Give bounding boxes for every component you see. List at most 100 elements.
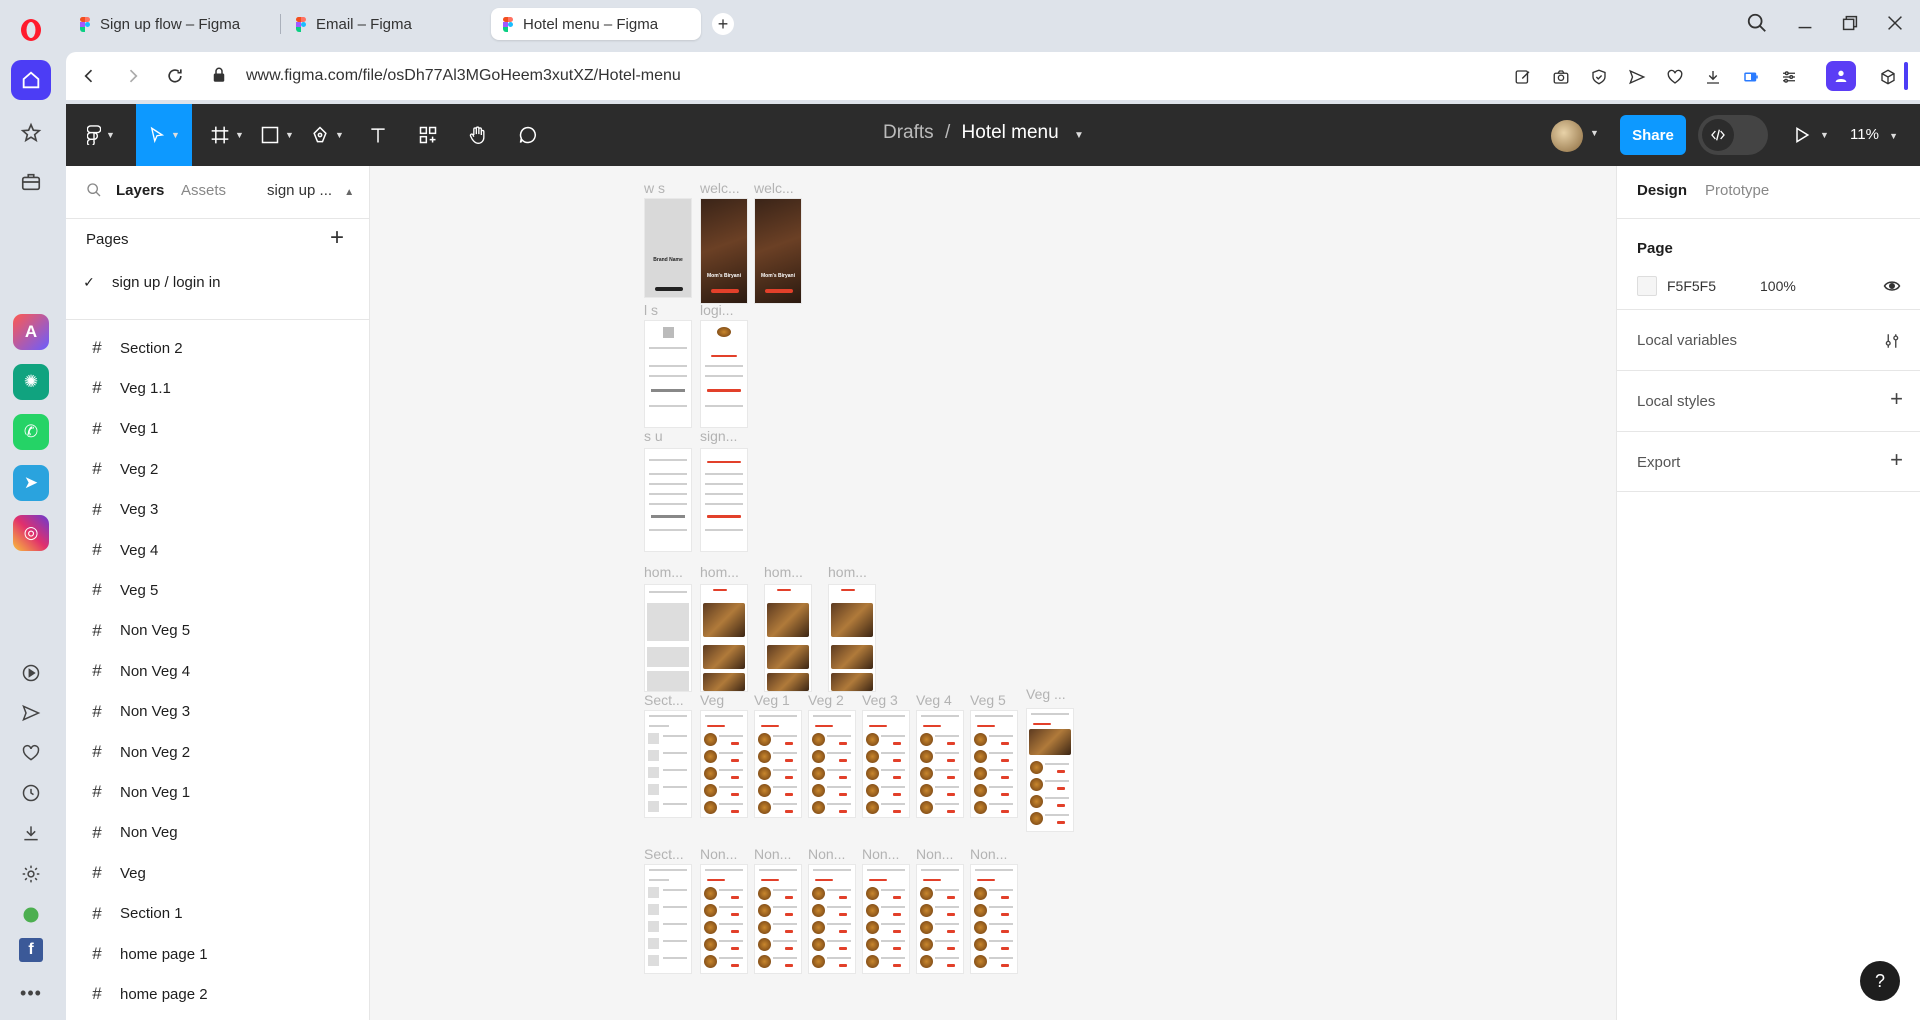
- page-color-swatch[interactable]: [1637, 276, 1657, 296]
- frame-sign[interactable]: [700, 448, 748, 552]
- frame-hom1[interactable]: [644, 584, 692, 692]
- restore-icon[interactable]: [1839, 12, 1861, 34]
- edit-page-icon[interactable]: [1511, 65, 1535, 89]
- menu-frame[interactable]: [808, 710, 856, 818]
- frame-tool-button[interactable]: ▼: [202, 104, 252, 166]
- tab-prototype[interactable]: Prototype: [1705, 182, 1769, 199]
- menu-frame[interactable]: [754, 864, 802, 974]
- page-color-hex[interactable]: F5F5F5: [1667, 278, 1716, 294]
- menu-frame[interactable]: [1026, 708, 1074, 832]
- heart-icon[interactable]: [11, 733, 51, 773]
- layer-item[interactable]: # Veg 1.1: [66, 368, 370, 408]
- frame-label-non6[interactable]: Non...: [970, 846, 1007, 862]
- frame-logi[interactable]: [700, 320, 748, 428]
- profile-icon[interactable]: [1826, 61, 1856, 91]
- layer-item[interactable]: # Veg 2: [66, 449, 370, 489]
- menu-frame[interactable]: [808, 864, 856, 974]
- briefcase-icon[interactable]: [11, 162, 51, 202]
- breadcrumb-drafts[interactable]: Drafts: [883, 122, 934, 143]
- menu-frame[interactable]: [970, 710, 1018, 818]
- text-tool-button[interactable]: [356, 104, 400, 166]
- add-page-button[interactable]: +: [330, 224, 344, 252]
- layer-item[interactable]: # Veg: [66, 853, 370, 893]
- layer-item[interactable]: # Section 2: [66, 328, 370, 368]
- history-icon[interactable]: [11, 773, 51, 813]
- frame-label-veg4[interactable]: Veg 4: [916, 692, 952, 708]
- chevron-down-icon[interactable]: ▼: [1074, 130, 1084, 141]
- forward-icon[interactable]: [113, 52, 153, 100]
- zoom-level[interactable]: 11% ▼: [1850, 126, 1898, 143]
- export-section[interactable]: Export +: [1617, 431, 1920, 492]
- chatgpt-app-icon[interactable]: ✺: [13, 364, 49, 400]
- layer-item[interactable]: # Non Veg 5: [66, 611, 370, 651]
- close-window-icon[interactable]: [1884, 12, 1906, 34]
- send-icon[interactable]: [11, 693, 51, 733]
- main-menu-button[interactable]: ▼: [76, 104, 126, 166]
- file-name[interactable]: Hotel menu: [962, 122, 1059, 143]
- telegram-app-icon[interactable]: ➤: [13, 465, 49, 501]
- variables-icon[interactable]: [1883, 332, 1901, 350]
- frame-label-veg[interactable]: Veg: [700, 692, 724, 708]
- facebook-app-icon[interactable]: f: [19, 938, 43, 962]
- layer-item[interactable]: # home page 1: [66, 934, 370, 974]
- menu-frame[interactable]: [700, 864, 748, 974]
- frame-label-ls[interactable]: l s: [644, 302, 658, 318]
- layer-item[interactable]: # Non Veg 1: [66, 772, 370, 812]
- frame-hom3[interactable]: [764, 584, 812, 692]
- dev-mode-toggle[interactable]: [1698, 115, 1768, 155]
- aria-app-icon[interactable]: A: [13, 314, 49, 350]
- sidebar-toggle-indicator[interactable]: [1904, 62, 1908, 90]
- whatsapp-app-icon[interactable]: ✆: [13, 414, 49, 450]
- tab-layers[interactable]: Layers: [116, 182, 164, 199]
- frame-hom2[interactable]: [700, 584, 748, 692]
- frame-label-logi[interactable]: logi...: [700, 302, 733, 318]
- share-button[interactable]: Share: [1620, 115, 1686, 155]
- menu-frame[interactable]: [916, 710, 964, 818]
- frame-label-non1[interactable]: Non...: [700, 846, 737, 862]
- frame-label-non2[interactable]: Non...: [754, 846, 791, 862]
- minimize-icon[interactable]: [1794, 12, 1816, 34]
- frame-su[interactable]: [644, 448, 692, 552]
- tab-hotel-menu[interactable]: Hotel menu – Figma: [491, 8, 701, 40]
- menu-frame[interactable]: [916, 864, 964, 974]
- frame-label-non5[interactable]: Non...: [916, 846, 953, 862]
- design-canvas[interactable]: w s welc... welc... Brand Name Mom's Bir…: [370, 166, 1616, 1020]
- menu-frame[interactable]: [970, 864, 1018, 974]
- frame-label-veg1[interactable]: Veg 1: [754, 692, 790, 708]
- frame-label-welc1[interactable]: welc...: [700, 180, 740, 196]
- layer-item[interactable]: # home page 2: [66, 974, 370, 1014]
- instagram-app-icon[interactable]: ◎: [13, 515, 49, 551]
- frame-ls[interactable]: [644, 320, 692, 428]
- camera-icon[interactable]: [1549, 65, 1573, 89]
- layer-item[interactable]: # Veg 4: [66, 530, 370, 570]
- frame-label-veg2[interactable]: Veg 2: [808, 692, 844, 708]
- add-style-button[interactable]: +: [1890, 386, 1903, 412]
- layer-item[interactable]: # Veg 3: [66, 490, 370, 530]
- back-icon[interactable]: [69, 52, 109, 100]
- frame-label-vegdots[interactable]: Veg ...: [1026, 686, 1066, 702]
- extensions-cube-icon[interactable]: [1876, 65, 1900, 89]
- player-icon[interactable]: [11, 653, 51, 693]
- chevron-down-icon[interactable]: ▼: [1820, 130, 1829, 140]
- settings-icon[interactable]: [11, 854, 51, 894]
- shield-check-icon[interactable]: [1587, 65, 1611, 89]
- downloads-icon[interactable]: [11, 813, 51, 853]
- pen-tool-button[interactable]: ▼: [302, 104, 352, 166]
- hand-tool-button[interactable]: [456, 104, 500, 166]
- layer-item[interactable]: # Section 1: [66, 894, 370, 934]
- menu-frame[interactable]: [644, 864, 692, 974]
- tab-assets[interactable]: Assets: [181, 182, 226, 199]
- layer-item[interactable]: # Non Veg 4: [66, 651, 370, 691]
- frame-label-su[interactable]: s u: [644, 428, 663, 444]
- frame-label-sign[interactable]: sign...: [700, 428, 737, 444]
- add-export-button[interactable]: +: [1890, 447, 1903, 473]
- frame-welc2[interactable]: Mom's Biryani: [754, 198, 802, 304]
- home-icon[interactable]: [11, 60, 51, 100]
- layer-item[interactable]: # Non Veg 3: [66, 692, 370, 732]
- frame-label-sect2[interactable]: Sect...: [644, 846, 684, 862]
- local-styles-section[interactable]: Local styles +: [1617, 370, 1920, 431]
- menu-frame[interactable]: [862, 710, 910, 818]
- frame-label-non3[interactable]: Non...: [808, 846, 845, 862]
- frame-label-sect1[interactable]: Sect...: [644, 692, 684, 708]
- menu-frame[interactable]: [644, 710, 692, 818]
